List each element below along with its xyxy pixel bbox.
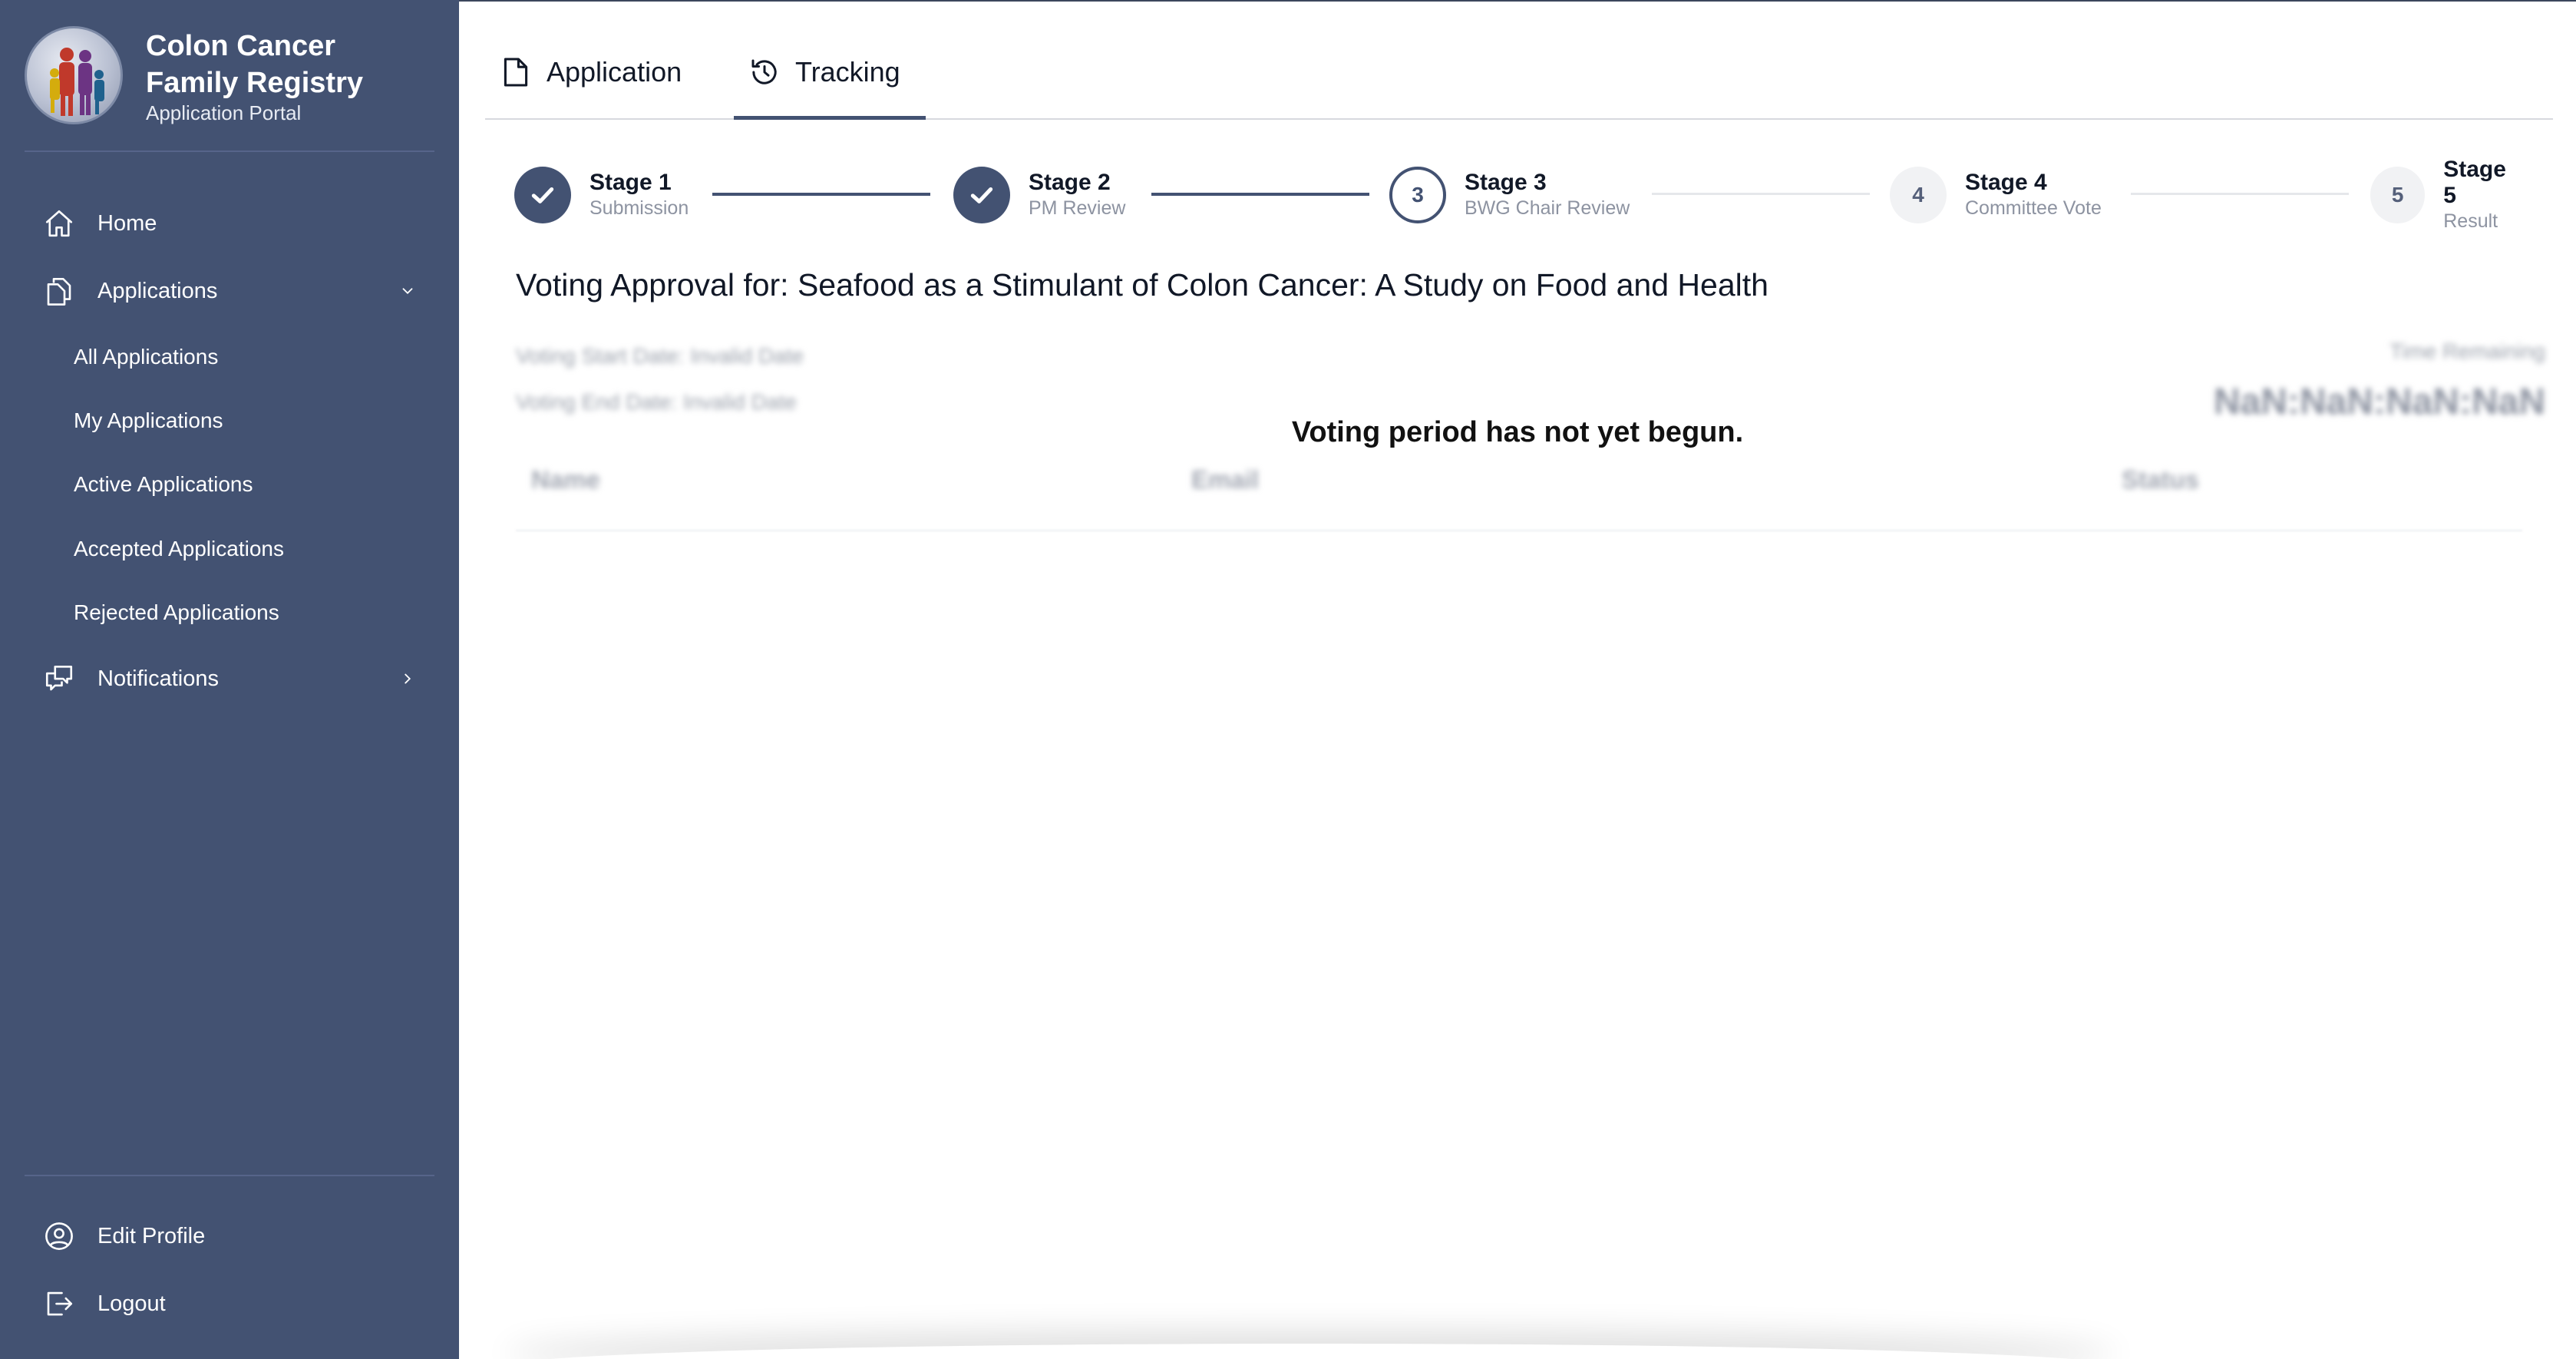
sidebar-divider-bottom [25, 1175, 434, 1176]
step-connector [712, 193, 930, 196]
sidebar-item-notifications-label: Notifications [97, 666, 219, 691]
sidebar-subitem-accepted-applications[interactable]: Accepted Applications [0, 522, 459, 576]
sidebar-subitem-label: All Applications [74, 345, 219, 369]
brand: Colon Cancer Family Registry Application… [25, 26, 391, 125]
sidebar-subitem-active-applications[interactable]: Active Applications [0, 458, 459, 511]
sidebar-item-notifications[interactable]: Notifications [0, 652, 459, 706]
voting-start-date: Voting Start Date: Invalid Date [516, 344, 804, 368]
brand-title: Colon Cancer Family Registry [146, 30, 363, 99]
sidebar: Colon Cancer Family Registry Application… [0, 0, 459, 1359]
tab-application[interactable]: Application [500, 55, 708, 120]
sidebar-subitem-rejected-applications[interactable]: Rejected Applications [0, 586, 459, 640]
sidebar-item-edit-profile-label: Edit Profile [97, 1223, 206, 1248]
sidebar-subitem-label: Active Applications [74, 472, 253, 496]
brand-subtitle: Application Portal [146, 101, 302, 124]
chevron-right-icon[interactable] [398, 669, 418, 689]
progress-stepper: Stage 1 Submission Stage 2 PM Review 3 S… [514, 157, 2522, 232]
tab-tracking[interactable]: Tracking [734, 55, 926, 120]
column-header-name: Name [531, 465, 600, 494]
stage-subtitle: PM Review [1029, 197, 1126, 219]
sidebar-subitem-my-applications[interactable]: My Applications [0, 394, 459, 448]
sidebar-divider-top [25, 150, 434, 152]
stage-title: Stage 2 [1029, 170, 1111, 195]
voting-not-begun-message: Voting period has not yet begun. [1291, 416, 1744, 448]
stage-3: 3 Stage 3 BWG Chair Review [1389, 164, 1630, 226]
check-icon [953, 167, 1010, 223]
stage-subtitle: Submission [590, 197, 689, 219]
time-remaining-label: Time Remaining [2389, 339, 2545, 363]
history-icon [749, 55, 780, 89]
home-icon [41, 206, 77, 241]
step-connector [1652, 193, 1870, 195]
stage-title: Stage 3 [1465, 170, 1547, 195]
bottom-shadow [505, 1344, 2117, 1359]
stage-title: Stage 4 [1965, 170, 2047, 195]
column-header-email: Email [1191, 465, 1260, 494]
stage-5: 5 Stage 5 Result [2370, 157, 2522, 232]
document-icon [500, 55, 531, 89]
sidebar-subitem-label: Accepted Applications [74, 537, 284, 560]
stage-title: Stage 5 [2443, 157, 2506, 208]
sidebar-item-applications[interactable]: Applications [0, 264, 459, 318]
sidebar-subitem-label: Rejected Applications [74, 600, 279, 624]
stage-2: Stage 2 PM Review [953, 164, 1125, 226]
sidebar-item-logout[interactable]: Logout [0, 1277, 459, 1331]
sidebar-item-home-label: Home [97, 210, 157, 236]
sidebar-item-applications-label: Applications [97, 278, 218, 303]
documents-icon [41, 273, 77, 309]
tab-tracking-label: Tracking [795, 56, 900, 88]
stage-number: 5 [2370, 167, 2426, 223]
step-connector [1151, 193, 1369, 196]
stage-subtitle: Committee Vote [1965, 197, 2102, 219]
sidebar-item-home[interactable]: Home [0, 197, 459, 250]
table-divider [516, 530, 2522, 531]
user-circle-icon [41, 1218, 77, 1254]
sidebar-item-logout-label: Logout [97, 1291, 166, 1316]
stage-subtitle: BWG Chair Review [1465, 197, 1630, 219]
stage-1: Stage 1 Submission [514, 164, 689, 226]
tab-bar: Application Tracking [485, 2, 2553, 120]
chat-bubbles-icon [41, 661, 77, 696]
check-icon [514, 167, 571, 223]
stage-4: 4 Stage 4 Committee Vote [1890, 164, 2102, 226]
voting-end-date: Voting End Date: Invalid Date [516, 390, 797, 414]
stage-number: 3 [1389, 167, 1446, 223]
chevron-down-icon[interactable] [398, 281, 418, 301]
stage-title: Stage 1 [590, 170, 672, 195]
logout-icon [41, 1286, 77, 1321]
stage-subtitle: Result [2443, 210, 2498, 232]
sidebar-subitem-all-applications[interactable]: All Applications [0, 330, 459, 384]
page-title: Voting Approval for: Seafood as a Stimul… [516, 267, 1769, 303]
column-header-status: Status [2122, 465, 2199, 494]
sidebar-subitem-label: My Applications [74, 408, 223, 432]
tab-application-label: Application [547, 56, 682, 88]
sidebar-item-edit-profile[interactable]: Edit Profile [0, 1209, 459, 1263]
main-content: Application Tracking Stage 1 Submission [459, 0, 2576, 1359]
registry-logo [25, 26, 123, 124]
step-connector [2131, 193, 2349, 195]
stage-number: 4 [1890, 167, 1947, 223]
